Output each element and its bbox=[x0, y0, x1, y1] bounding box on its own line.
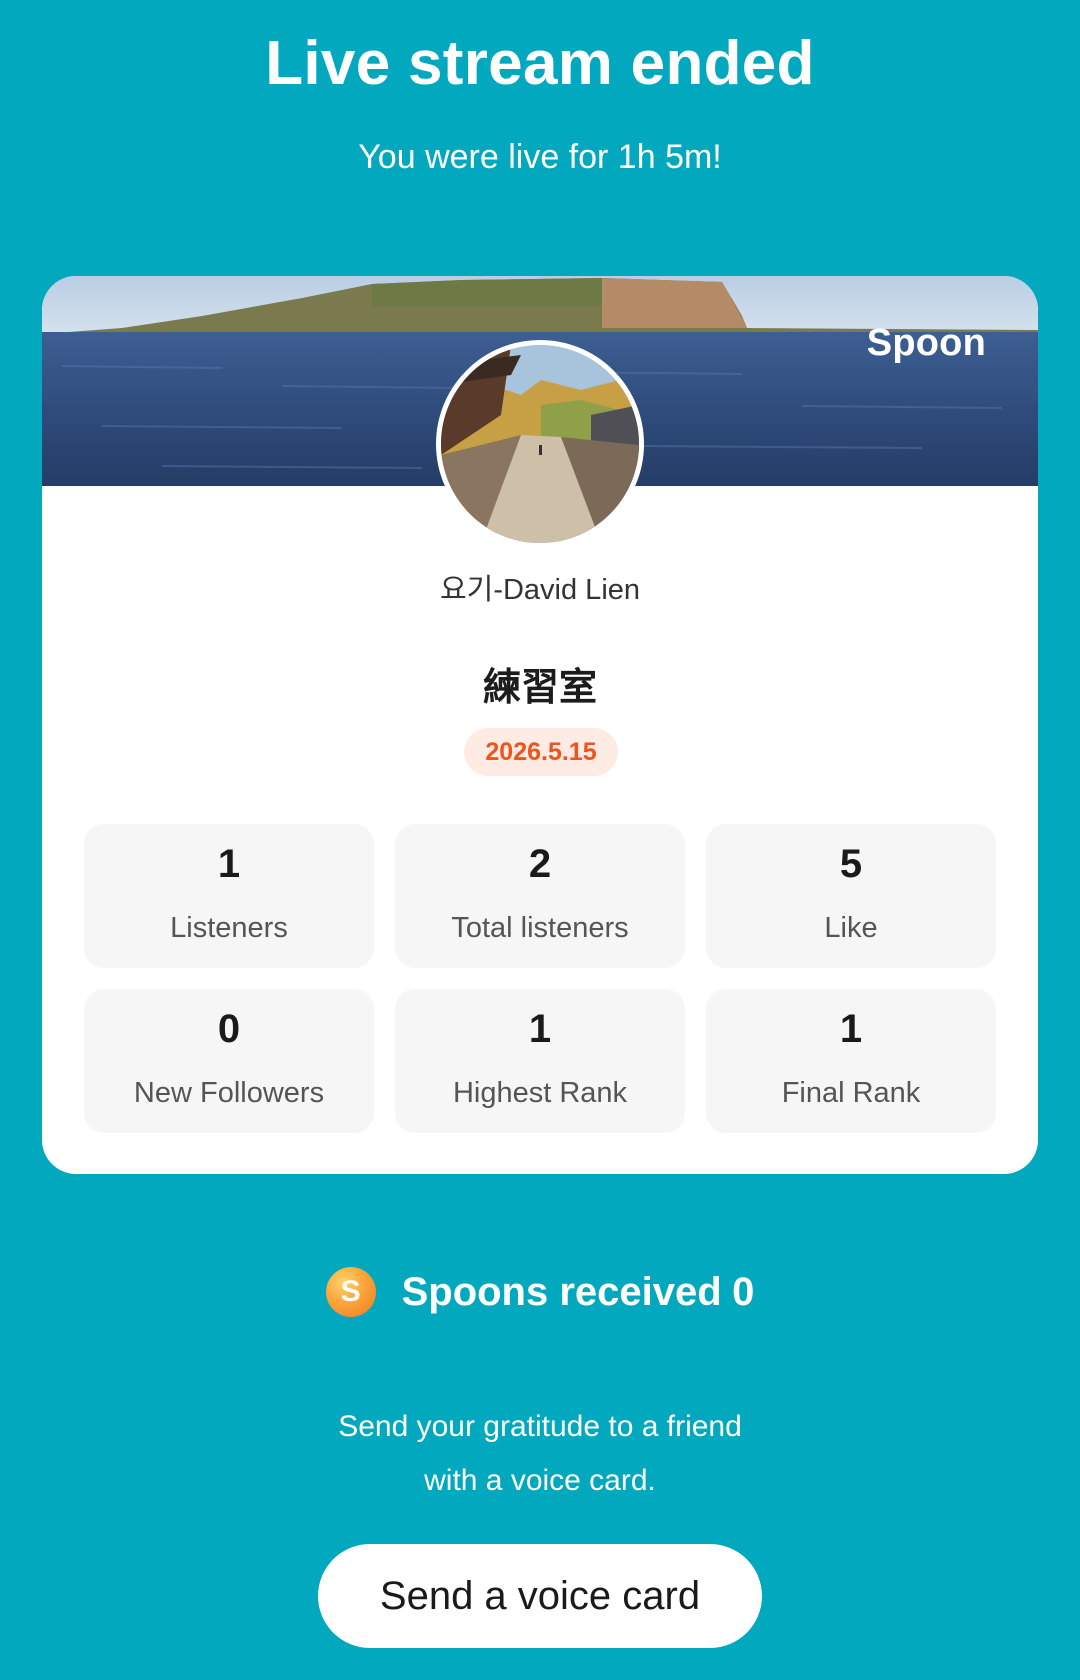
stat-value: 2 bbox=[528, 842, 552, 886]
avatar[interactable] bbox=[436, 340, 644, 548]
spoons-received-row: S Spoons received 0 bbox=[0, 1266, 1080, 1318]
stat-value: 1 bbox=[528, 1007, 552, 1051]
stat-value: 1 bbox=[217, 842, 241, 886]
page-title: Live stream ended bbox=[265, 29, 815, 98]
stat-label: Final Rank bbox=[781, 1077, 921, 1109]
stat-label: Highest Rank bbox=[452, 1077, 628, 1109]
stat-label: New Followers bbox=[133, 1077, 325, 1109]
stat-value: 5 bbox=[839, 842, 863, 886]
live-ended-screen: Live stream ended You were live for 1h 5… bbox=[0, 0, 1080, 1680]
spoons-received-label: Spoons received bbox=[401, 1269, 722, 1314]
stat-total-listeners: 2 Total listeners bbox=[395, 824, 685, 968]
stat-like: 5 Like bbox=[706, 824, 996, 968]
stat-value: 1 bbox=[839, 1007, 863, 1051]
stream-summary-card: Spoon 요기-David Lien 練習室 2026.5.15 1 List… bbox=[42, 276, 1038, 1174]
stat-highest-rank: 1 Highest Rank bbox=[395, 989, 685, 1133]
streamer-username: 요기-David Lien bbox=[439, 574, 641, 606]
spoon-brand-logo: Spoon bbox=[866, 322, 986, 364]
spoon-coin-icon: S bbox=[325, 1267, 376, 1317]
gratitude-line-1: Send your gratitude to a friend bbox=[338, 1410, 742, 1443]
stat-listeners: 1 Listeners bbox=[84, 824, 374, 968]
stat-label: Like bbox=[824, 912, 878, 944]
stats-grid: 1 Listeners 2 Total listeners 5 Like 0 N… bbox=[84, 824, 996, 1133]
stat-final-rank: 1 Final Rank bbox=[706, 989, 996, 1133]
spoons-received-count: 0 bbox=[732, 1269, 755, 1314]
stat-new-followers: 0 New Followers bbox=[84, 989, 374, 1133]
stat-value: 0 bbox=[217, 1007, 241, 1051]
live-duration-text: You were live for 1h 5m! bbox=[358, 138, 722, 176]
stat-label: Total listeners bbox=[451, 912, 629, 944]
date-badge: 2026.5.15 bbox=[464, 728, 618, 776]
send-voice-card-button[interactable]: Send a voice card bbox=[318, 1544, 762, 1648]
gratitude-line-2: with a voice card. bbox=[424, 1464, 656, 1497]
stat-label: Listeners bbox=[170, 912, 288, 944]
gratitude-message: Send your gratitude to a friend with a v… bbox=[0, 1400, 1080, 1508]
room-title: 練習室 bbox=[482, 667, 597, 709]
